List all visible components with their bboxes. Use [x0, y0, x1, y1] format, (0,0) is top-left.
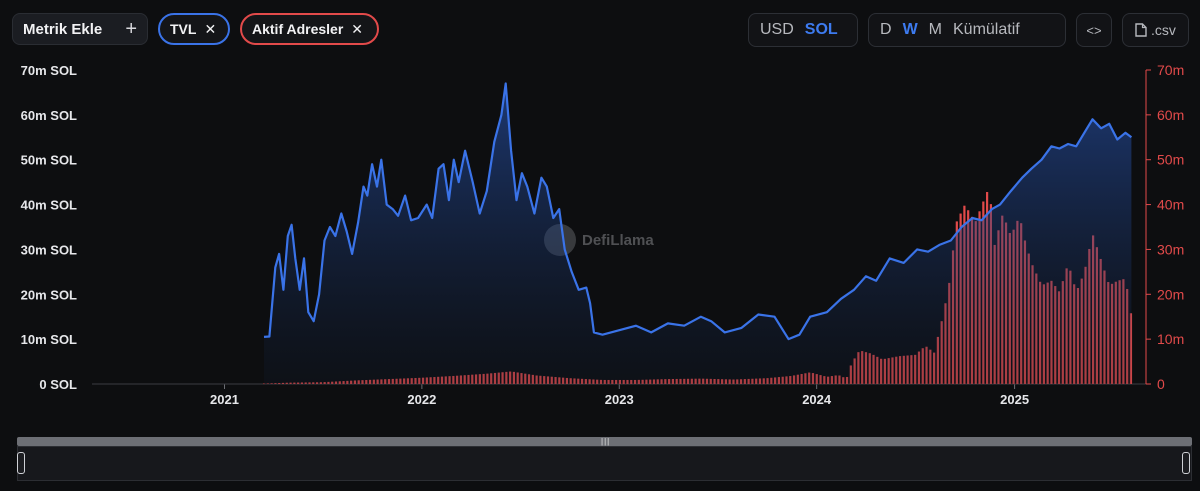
- x-tick-label: 2023: [605, 392, 634, 407]
- watermark-text: DefiLlama: [582, 232, 654, 249]
- left-axis: 0 SOL 10m SOL 20m SOL 30m SOL 40m SOL 50m SOL…: [21, 63, 77, 392]
- x-tick-label: 2022: [407, 392, 436, 407]
- grip-icon[interactable]: |||: [601, 438, 610, 446]
- left-tick-label: 60m SOL: [21, 108, 77, 123]
- tvl-area: [264, 83, 1132, 384]
- range-selection-area[interactable]: [17, 446, 1192, 481]
- range-scrollbar[interactable]: |||: [17, 437, 1192, 446]
- right-tick-label: 50m: [1157, 152, 1184, 168]
- right-tick-label: 30m: [1157, 241, 1184, 257]
- x-axis: 2021 2022 2023 2024 2025: [210, 384, 1029, 407]
- range-handle-left[interactable]: [17, 452, 25, 474]
- right-tick-label: 10m: [1157, 331, 1184, 347]
- right-tick-label: 40m: [1157, 197, 1184, 213]
- x-tick-label: 2025: [1000, 392, 1029, 407]
- right-tick-label: 20m: [1157, 286, 1184, 302]
- left-tick-label: 10m SOL: [21, 332, 77, 347]
- left-tick-label: 20m SOL: [21, 287, 77, 302]
- left-tick-label: 40m SOL: [21, 198, 77, 213]
- left-tick-label: 0 SOL: [39, 377, 77, 392]
- right-tick-label: 60m: [1157, 107, 1184, 123]
- right-tick-label: 70m: [1157, 62, 1184, 78]
- left-tick-label: 50m SOL: [21, 153, 77, 168]
- x-tick-label: 2024: [802, 392, 832, 407]
- left-tick-label: 70m SOL: [21, 63, 77, 78]
- left-tick-label: 30m SOL: [21, 242, 77, 257]
- chart-canvas[interactable]: 0 SOL 10m SOL 20m SOL 30m SOL 40m SOL 50m SOL…: [0, 0, 1200, 435]
- range-handle-right[interactable]: [1182, 452, 1190, 474]
- range-navigator[interactable]: |||: [17, 437, 1192, 481]
- right-axis: 0 10m 20m 30m 40m 50m 60m 70m: [1146, 62, 1184, 392]
- x-tick-label: 2021: [210, 392, 239, 407]
- right-tick-label: 0: [1157, 376, 1165, 392]
